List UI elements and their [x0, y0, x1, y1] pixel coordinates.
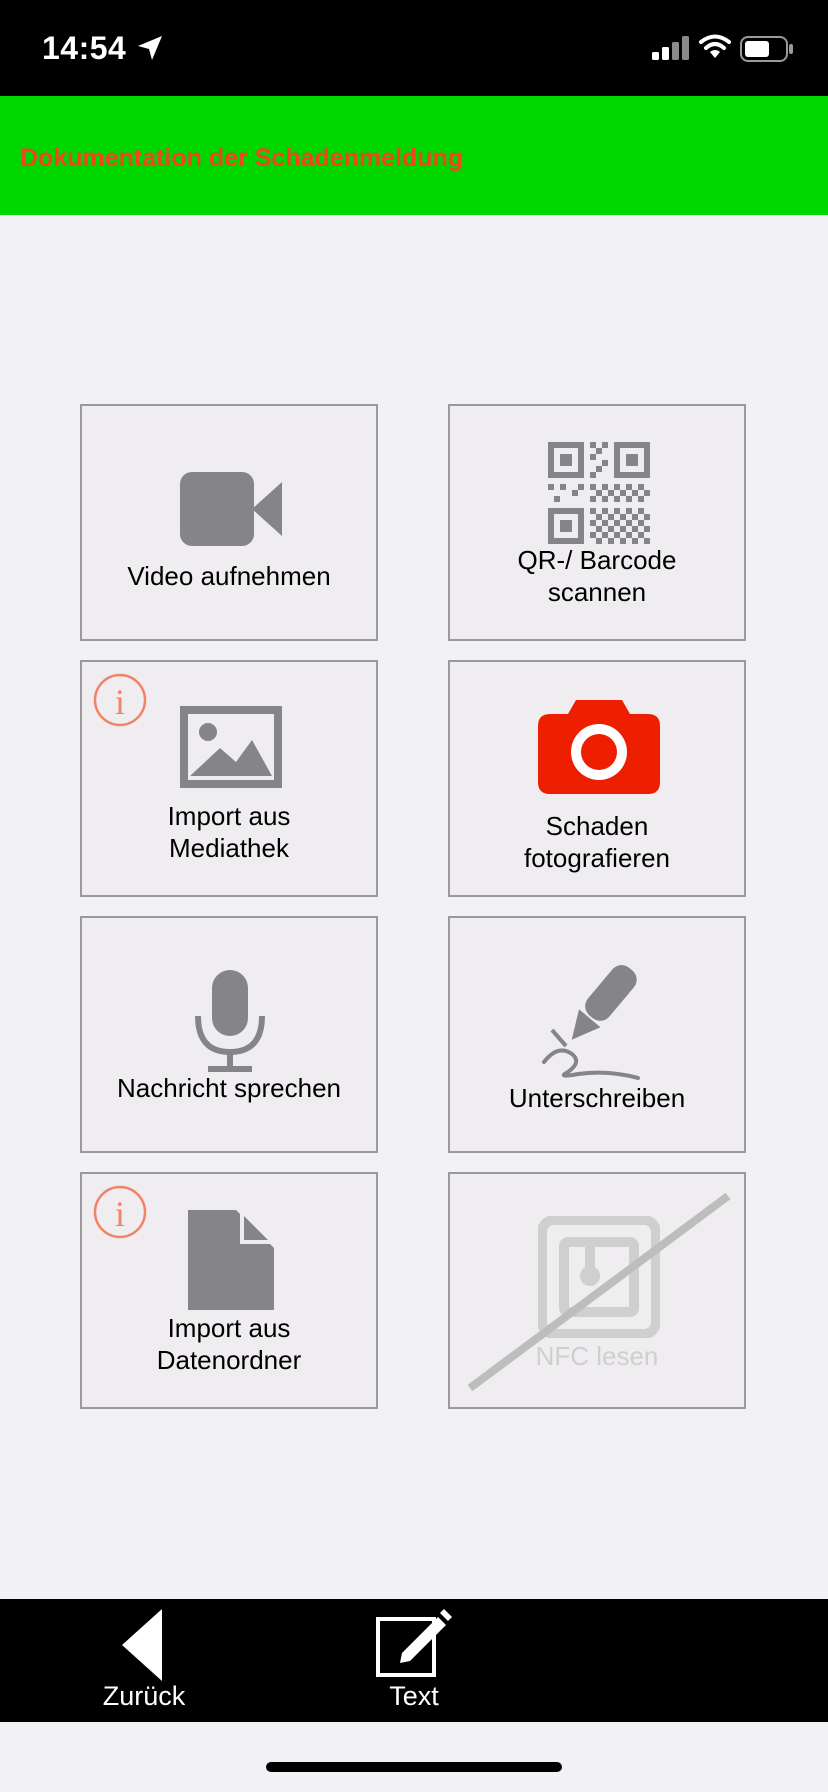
- status-time: 14:54: [42, 30, 127, 66]
- import-media-label-line1: Import aus: [167, 801, 291, 831]
- sign-label: Unterschreiben: [508, 1083, 686, 1113]
- info-icon[interactable]: i: [92, 1184, 148, 1240]
- cellular-signal-icon: [652, 36, 689, 60]
- home-indicator[interactable]: [266, 1762, 562, 1772]
- bottom-toolbar: Zurück Text: [0, 1599, 828, 1722]
- record-video-label: Video aufnehmen: [127, 561, 331, 591]
- document-file-icon: [188, 1210, 274, 1310]
- text-button[interactable]: Text: [334, 1599, 494, 1722]
- photograph-damage-button[interactable]: Schaden fotografieren: [448, 660, 746, 897]
- svg-text:i: i: [115, 682, 125, 722]
- video-camera-icon: [180, 472, 282, 546]
- photo-label-line1: Schaden: [545, 811, 649, 841]
- import-media-label-line2: Mediathek: [169, 833, 289, 863]
- edit-text-icon: [376, 1609, 452, 1677]
- voice-message-label: Nachricht sprechen: [117, 1073, 341, 1103]
- sign-button[interactable]: Unterschreiben: [448, 916, 746, 1153]
- info-icon[interactable]: i: [92, 672, 148, 728]
- read-nfc-button: NFC lesen: [448, 1172, 746, 1409]
- import-media-library-button[interactable]: i Import aus Mediathek: [80, 660, 378, 897]
- status-bar: 14:54: [0, 0, 828, 96]
- back-arrow-icon: [122, 1609, 162, 1681]
- record-voice-message-button[interactable]: Nachricht sprechen: [80, 916, 378, 1153]
- scan-qr-barcode-button[interactable]: QR-/ Barcode scannen: [448, 404, 746, 641]
- record-video-button[interactable]: Video aufnehmen: [80, 404, 378, 641]
- qr-code-icon: [548, 442, 650, 544]
- page-title: Dokumentation der Schadenmeldung: [20, 144, 464, 172]
- app-header: Dokumentation der Schadenmeldung: [0, 96, 828, 215]
- scan-qr-label-line1: QR-/ Barcode: [517, 545, 677, 575]
- microphone-icon: [195, 970, 265, 1072]
- import-data-folder-button[interactable]: i Import aus Datenordner: [80, 1172, 378, 1409]
- image-gallery-icon: [180, 706, 282, 788]
- svg-text:i: i: [115, 1194, 125, 1234]
- battery-icon: [740, 36, 793, 62]
- location-arrow-icon: [138, 36, 162, 60]
- photo-label-line2: fotografieren: [524, 843, 670, 873]
- strikethrough-line: [467, 1192, 731, 1392]
- import-files-label-line1: Import aus: [167, 1313, 291, 1343]
- text-label: Text: [389, 1681, 439, 1711]
- back-button[interactable]: Zurück: [64, 1599, 224, 1722]
- import-files-label-line2: Datenordner: [156, 1345, 302, 1375]
- back-label: Zurück: [102, 1681, 186, 1711]
- scan-qr-label-line2: scannen: [547, 577, 647, 607]
- fountain-pen-icon: [542, 965, 640, 1080]
- camera-icon: [538, 700, 660, 794]
- wifi-icon: [699, 34, 731, 58]
